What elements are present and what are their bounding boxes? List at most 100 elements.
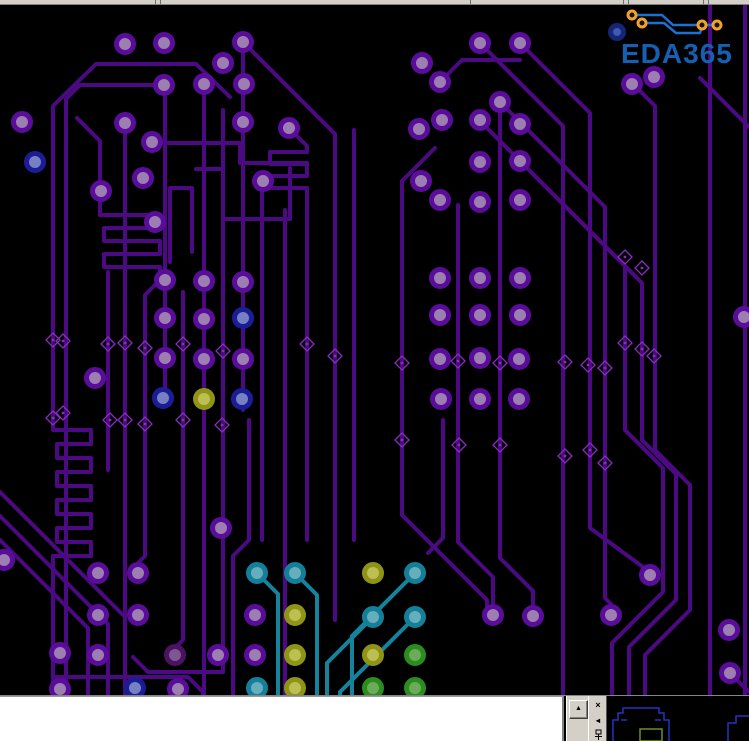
command-input-area[interactable] — [0, 696, 564, 741]
pad[interactable] — [429, 71, 451, 93]
pad[interactable] — [144, 211, 166, 233]
pad[interactable] — [489, 91, 511, 113]
pad[interactable] — [509, 304, 531, 326]
trace[interactable] — [0, 490, 127, 619]
pad[interactable] — [608, 23, 626, 41]
pad[interactable] — [207, 644, 229, 666]
pad[interactable] — [90, 180, 112, 202]
vertical-scrollbar[interactable]: ▲ — [566, 696, 588, 741]
pad[interactable] — [114, 33, 136, 55]
pad[interactable] — [469, 388, 491, 410]
pad[interactable] — [430, 388, 452, 410]
pad[interactable] — [522, 605, 544, 627]
pin-icon[interactable] — [592, 729, 604, 741]
pad[interactable] — [411, 52, 433, 74]
pad[interactable] — [124, 677, 146, 699]
pad[interactable] — [152, 387, 174, 409]
pad[interactable] — [153, 74, 175, 96]
pad[interactable] — [164, 644, 186, 666]
trace[interactable] — [698, 76, 749, 129]
pad[interactable] — [733, 306, 749, 328]
pad[interactable] — [469, 191, 491, 213]
pad[interactable] — [408, 118, 430, 140]
pad[interactable] — [24, 151, 46, 173]
pad[interactable] — [284, 644, 306, 666]
pad[interactable] — [362, 644, 384, 666]
pad[interactable] — [469, 304, 491, 326]
pad[interactable] — [210, 517, 232, 539]
pad[interactable] — [87, 562, 109, 584]
pad[interactable] — [404, 644, 426, 666]
pad[interactable] — [154, 347, 176, 369]
pad[interactable] — [0, 549, 15, 571]
trace[interactable] — [400, 146, 489, 612]
pad[interactable] — [278, 117, 300, 139]
pad[interactable] — [362, 562, 384, 584]
pad[interactable] — [711, 19, 723, 31]
trace[interactable] — [426, 418, 445, 555]
close-icon[interactable]: × — [592, 700, 604, 712]
pad[interactable] — [410, 170, 432, 192]
pad[interactable] — [49, 642, 71, 664]
pad[interactable] — [718, 619, 740, 641]
pad[interactable] — [509, 113, 531, 135]
pad[interactable] — [153, 32, 175, 54]
pad[interactable] — [404, 606, 426, 628]
pad[interactable] — [429, 348, 451, 370]
pad[interactable] — [600, 604, 622, 626]
pad[interactable] — [469, 32, 491, 54]
pad[interactable] — [469, 151, 491, 173]
pad[interactable] — [643, 66, 665, 88]
trace[interactable] — [173, 290, 185, 650]
pad[interactable] — [429, 267, 451, 289]
pad[interactable] — [284, 677, 306, 699]
pad[interactable] — [429, 189, 451, 211]
pad[interactable] — [232, 307, 254, 329]
pad[interactable] — [636, 17, 648, 29]
pad[interactable] — [232, 111, 254, 133]
pad[interactable] — [509, 189, 531, 211]
pad[interactable] — [87, 604, 109, 626]
footprint-preview-pane[interactable] — [607, 696, 749, 741]
trace[interactable] — [168, 186, 194, 264]
pad[interactable] — [193, 388, 215, 410]
pad[interactable] — [233, 73, 255, 95]
trace[interactable] — [484, 47, 565, 702]
pcb-canvas[interactable] — [0, 0, 749, 741]
pad[interactable] — [469, 109, 491, 131]
pad[interactable] — [127, 604, 149, 626]
pad[interactable] — [621, 73, 643, 95]
pad[interactable] — [362, 606, 384, 628]
pad[interactable] — [193, 308, 215, 330]
pad[interactable] — [246, 562, 268, 584]
pad[interactable] — [508, 348, 530, 370]
pad[interactable] — [232, 31, 254, 53]
pad[interactable] — [154, 269, 176, 291]
pad[interactable] — [482, 604, 504, 626]
pad[interactable] — [132, 167, 154, 189]
pad[interactable] — [404, 677, 426, 699]
trace[interactable] — [524, 47, 649, 572]
pad[interactable] — [193, 73, 215, 95]
pad[interactable] — [404, 562, 426, 584]
chevron-left-icon[interactable]: ◂ — [592, 715, 604, 727]
pad[interactable] — [509, 150, 531, 172]
pad[interactable] — [11, 111, 33, 133]
pad[interactable] — [719, 662, 741, 684]
pad[interactable] — [431, 109, 453, 131]
pad[interactable] — [362, 677, 384, 699]
pad[interactable] — [244, 604, 266, 626]
pad[interactable] — [84, 367, 106, 389]
pad[interactable] — [509, 267, 531, 289]
pad[interactable] — [193, 270, 215, 292]
pad[interactable] — [232, 271, 254, 293]
pad[interactable] — [232, 348, 254, 370]
pad[interactable] — [639, 564, 661, 586]
pad[interactable] — [469, 267, 491, 289]
pad[interactable] — [469, 347, 491, 369]
pad[interactable] — [696, 19, 708, 31]
teal-trace[interactable] — [325, 621, 369, 702]
pad[interactable] — [114, 112, 136, 134]
pad[interactable] — [246, 677, 268, 699]
pad[interactable] — [508, 388, 530, 410]
